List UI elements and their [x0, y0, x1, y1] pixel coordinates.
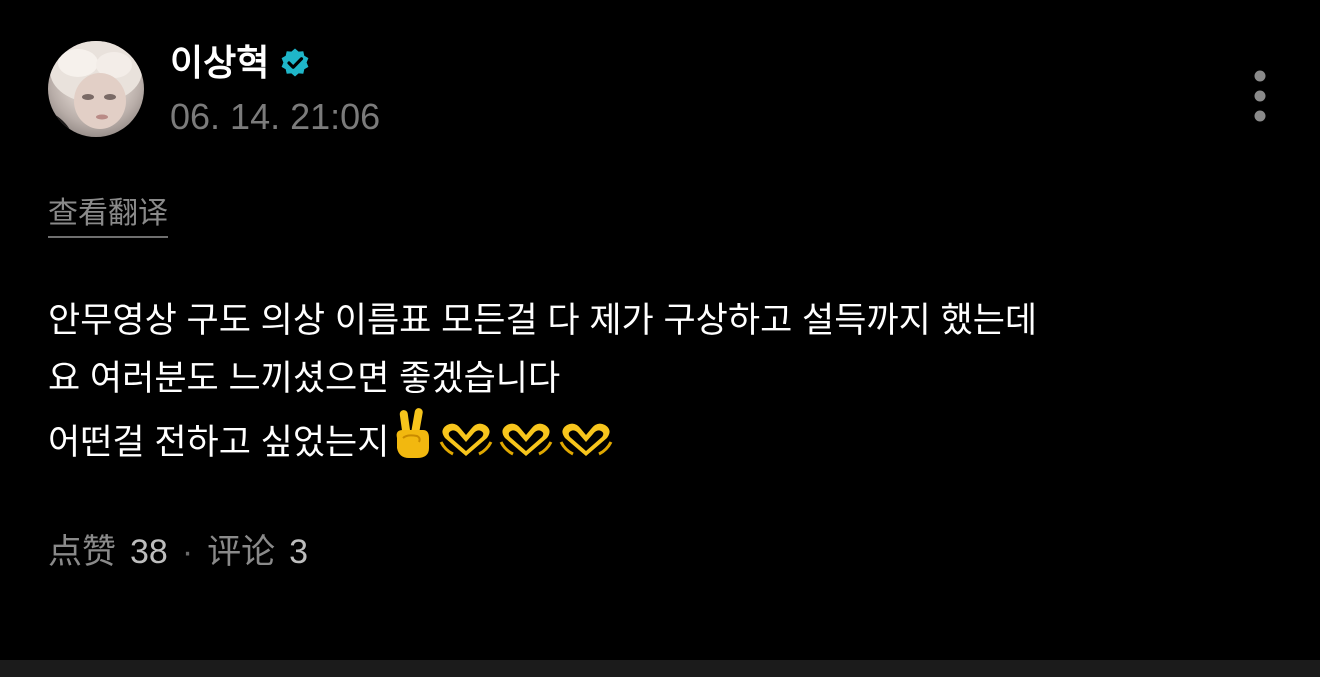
victory-hand-emoji [391, 408, 435, 478]
heart-hands-emoji [497, 420, 555, 478]
stats-separator: · [181, 533, 194, 571]
author-name[interactable]: 이상혁 [170, 40, 269, 86]
bottom-divider [0, 660, 1320, 677]
comments-count[interactable]: 3 [289, 533, 308, 571]
more-options-button[interactable] [1244, 64, 1276, 128]
likes-label[interactable]: 点赞 [48, 533, 116, 571]
post-stats: 点赞 38 · 评论 3 [48, 530, 308, 574]
post-line-with-emojis: 어떤걸 전하고 싶었는지 [48, 408, 1278, 478]
verified-badge-icon [279, 47, 311, 79]
view-translation-link[interactable]: 查看翻译 [48, 194, 168, 238]
author-header: 이상혁 [170, 40, 311, 86]
post-line: 요 여러분도 느끼셨으면 좋겠습니다 [48, 359, 561, 398]
heart-hands-emoji [557, 420, 615, 478]
post-line-text: 어떤걸 전하고 싶었는지 [48, 423, 390, 462]
post-line: 안무영상 구도 의상 이름표 모든걸 다 제가 구상하고 설득까지 했는데 [48, 301, 1038, 340]
more-vertical-icon [1254, 70, 1266, 122]
avatar[interactable] [48, 41, 144, 137]
likes-count[interactable]: 38 [130, 533, 168, 571]
post-body: 안무영상 구도 의상 이름표 모든걸 다 제가 구상하고 설득까지 했는데 요 … [48, 292, 1278, 478]
heart-hands-emoji [437, 420, 495, 478]
comments-label[interactable]: 评论 [207, 533, 275, 571]
post-timestamp: 06. 14. 21:06 [170, 96, 381, 137]
